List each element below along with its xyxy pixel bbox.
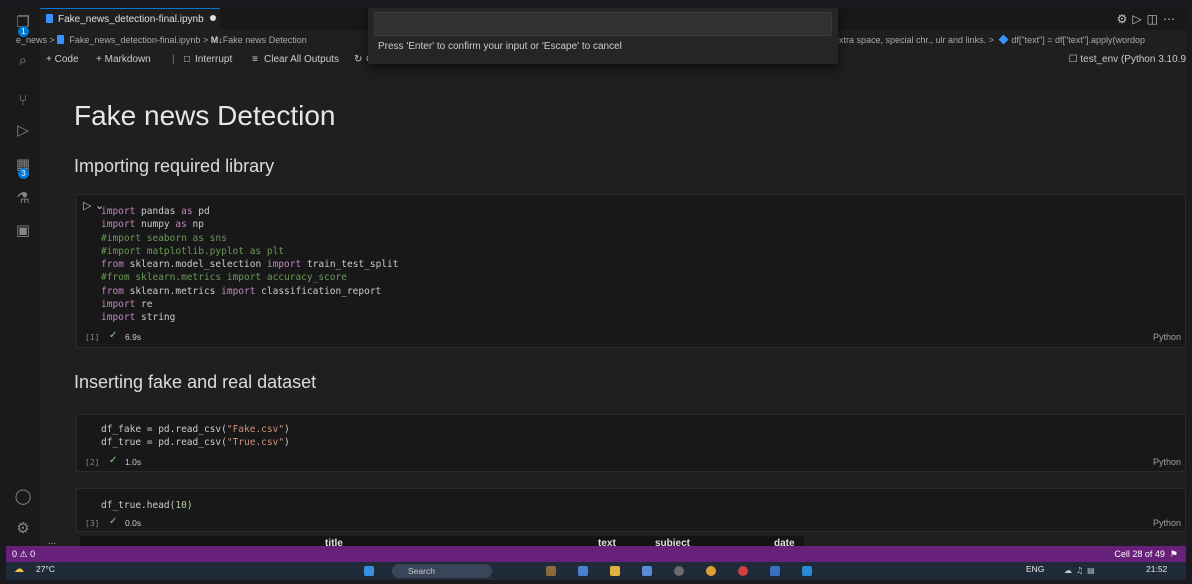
breadcrumb-markdown-cell[interactable]: extra space, special chr., ulr and links… — [834, 35, 986, 45]
execution-count: [1] — [85, 333, 100, 342]
language-indicator[interactable]: ENG — [1026, 560, 1044, 578]
activity-bar: ❐ 1 ⌕ ⑂ ▷ ▦ 3 ⚗ ▣ ◯ ⚙ — [6, 8, 40, 546]
status-bar: 0 ⚠ 0 Cell 28 of 49 ⚑ — [6, 546, 1186, 562]
quick-input-palette: Press 'Enter' to confirm your input or '… — [368, 8, 838, 64]
success-check-icon: ✓ — [109, 330, 118, 341]
problems-status[interactable]: 0 ⚠ 0 — [12, 546, 35, 562]
windows-taskbar: ☁ 27°C Search ENG ☁♫▤ 21:52 — [6, 562, 1186, 580]
taskbar-search[interactable]: Search — [392, 564, 492, 578]
cell-language[interactable]: Python — [1153, 457, 1181, 467]
code-cell[interactable]: df_fake = pd.read_csv("Fake.csv") df_tru… — [76, 414, 1186, 472]
account-icon[interactable]: ◯ — [13, 486, 33, 506]
weather-temp[interactable]: 27°C — [36, 560, 55, 578]
breadcrumb-folder[interactable]: e_news — [16, 35, 47, 45]
code-block[interactable]: df_true.head(10) — [101, 499, 193, 512]
cell-symbol-icon — [998, 34, 1009, 45]
weather-icon: ☁ — [14, 564, 24, 575]
notifications-icon[interactable]: ⚑ — [1170, 549, 1178, 559]
search-icon[interactable]: ⌕ — [13, 50, 33, 70]
run-debug-icon[interactable]: ▷ — [13, 120, 33, 140]
tab-notebook[interactable]: Fake_news_detection-final.ipynb — [40, 8, 220, 30]
breadcrumb-separator: > — [988, 35, 994, 45]
system-tray-icons[interactable]: ☁♫▤ — [1064, 562, 1099, 580]
section-heading: Inserting fake and real dataset — [74, 372, 317, 392]
app-icon[interactable] — [578, 566, 588, 576]
quick-input-field[interactable] — [374, 12, 832, 36]
df-column-header: text — [598, 538, 616, 546]
extensions-badge: 3 — [18, 168, 29, 179]
kernel-label: test_env (Python 3.10.9 — [1080, 54, 1186, 65]
start-icon[interactable] — [364, 566, 374, 576]
breadcrumb-tail: extra space, special chr., ulr and links… — [834, 32, 1186, 48]
execution-duration: 1.0s — [125, 457, 142, 467]
markdown-marker: M↓ — [210, 35, 223, 45]
settings-gear-icon[interactable]: ⚙ — [13, 518, 33, 538]
clear-all-outputs-button[interactable]: Clear All Outputs — [264, 50, 339, 70]
remote-explorer-icon[interactable]: ▣ — [13, 220, 33, 240]
df-column-header: subject — [655, 538, 691, 546]
clear-outputs-icon: ≡ — [252, 54, 258, 65]
execution-duration: 0.0s — [125, 518, 142, 528]
file-explorer-icon[interactable] — [610, 566, 620, 576]
interrupt-button[interactable]: Interrupt — [195, 50, 232, 70]
dataframe-header-row: title text subject date — [80, 536, 804, 546]
interrupt-icon: □ — [184, 54, 191, 65]
success-check-icon: ✓ — [109, 516, 118, 527]
variables-icon[interactable]: ⚙ — [1117, 12, 1133, 26]
more-actions-icon[interactable]: ⋯ — [1163, 12, 1180, 26]
execution-duration: 6.9s — [125, 332, 142, 342]
tab-title: Fake_news_detection-final.ipynb — [58, 14, 204, 25]
output-more-icon[interactable]: ... — [48, 536, 56, 546]
breadcrumb-section[interactable]: Fake news Detection — [223, 35, 307, 45]
app-icon[interactable] — [546, 566, 556, 576]
chrome-icon[interactable] — [706, 566, 716, 576]
app-icon[interactable] — [674, 566, 684, 576]
source-control-icon[interactable]: ⑂ — [13, 90, 33, 110]
kernel-icon: ☐ — [1068, 54, 1081, 65]
success-check-icon: ✓ — [109, 455, 118, 466]
search-label: Search — [408, 566, 435, 576]
notebook-title: Fake news Detection — [74, 100, 336, 131]
testing-icon[interactable]: ⚗ — [13, 188, 33, 208]
vscode-window: ❐ 1 ⌕ ⑂ ▷ ▦ 3 ⚗ ▣ ◯ ⚙ Fake_news_detectio… — [6, 8, 1186, 580]
toolbar-divider: | — [172, 54, 175, 65]
vscode-icon[interactable] — [802, 566, 812, 576]
df-column-header: date — [774, 538, 795, 546]
code-block[interactable]: df_fake = pd.read_csv("Fake.csv") df_tru… — [101, 423, 290, 450]
code-cell[interactable]: df_true.head(10) [3] ✓ 0.0s Python — [76, 488, 1186, 532]
split-editor-icon[interactable]: ◫ — [1147, 12, 1163, 26]
app-icon[interactable] — [642, 566, 652, 576]
go-to-icon: ↻ — [354, 54, 363, 65]
notebook-editor: Fake news Detection Importing required l… — [40, 72, 1186, 546]
quick-input-hint: Press 'Enter' to confirm your input or '… — [378, 41, 622, 52]
section-heading: Importing required library — [74, 156, 275, 176]
breadcrumb-separator: > — [49, 35, 55, 45]
notebook-file-icon — [46, 14, 53, 23]
notebook-file-icon — [57, 35, 65, 44]
breadcrumb-file[interactable]: Fake_news_detection-final.ipynb — [69, 35, 200, 45]
df-column-header: title — [325, 538, 343, 546]
kernel-picker[interactable]: ☐ test_env (Python 3.10.9 — [1069, 50, 1186, 70]
cell-position-label: Cell 28 of 49 — [1114, 549, 1165, 559]
execution-count: [2] — [85, 458, 100, 467]
clock[interactable]: 21:52 — [1146, 560, 1167, 578]
cell-language[interactable]: Python — [1153, 518, 1181, 528]
code-block[interactable]: import pandas as pd import numpy as np #… — [101, 205, 398, 325]
app-icon[interactable] — [738, 566, 748, 576]
unsaved-dot-icon[interactable] — [209, 15, 216, 21]
cell-language[interactable]: Python — [1153, 332, 1181, 342]
code-cell[interactable]: ▷ ⌄ import pandas as pd import numpy as … — [76, 194, 1186, 348]
execution-count: [3] — [85, 519, 100, 528]
editor-actions: ⚙▷◫⋯ — [1117, 8, 1180, 30]
run-all-icon[interactable]: ▷ — [1132, 12, 1146, 26]
add-code-cell-button[interactable]: + Code — [46, 50, 79, 70]
breadcrumb-separator: > — [202, 35, 209, 45]
add-markdown-cell-button[interactable]: + Markdown — [96, 50, 151, 70]
word-icon[interactable] — [770, 566, 780, 576]
breadcrumb-code-cell[interactable]: df["text"] = df["text"].apply(wordop — [1011, 35, 1145, 45]
